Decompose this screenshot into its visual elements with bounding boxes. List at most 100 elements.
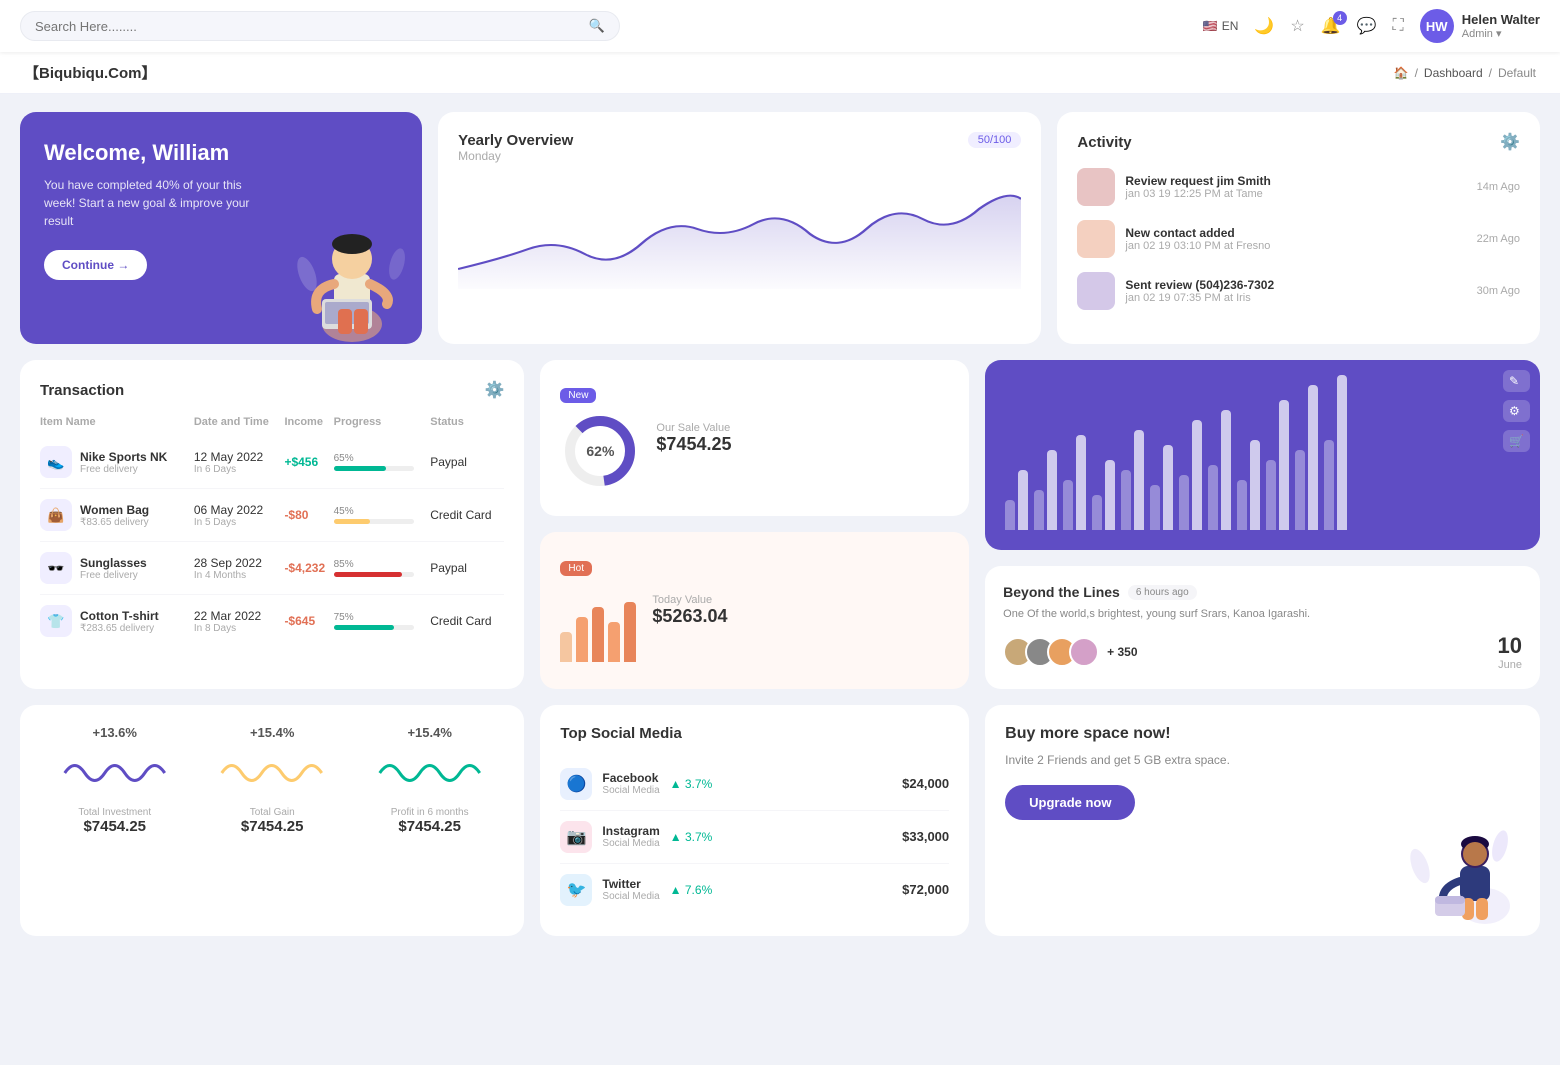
upgrade-card: Buy more space now! Invite 2 Friends and…: [985, 705, 1540, 936]
date-value: 28 Sep 2022: [194, 556, 285, 570]
fullscreen-icon[interactable]: ⛶: [1393, 17, 1404, 35]
activity-thumb: [1077, 272, 1115, 310]
chat-icon[interactable]: 💬: [1357, 16, 1377, 36]
row1: Welcome, William You have completed 40% …: [20, 112, 1540, 344]
stat-value: $7454.25: [355, 818, 504, 835]
social-sub: Social Media: [602, 838, 659, 849]
transaction-card: Transaction ⚙️ Item NameDate and TimeInc…: [20, 360, 524, 689]
bar-group: [1121, 430, 1144, 530]
status-cell: Paypal: [430, 436, 504, 489]
search-input[interactable]: [35, 19, 589, 34]
chart-action-1[interactable]: ✎: [1503, 370, 1530, 392]
search-bar[interactable]: 🔍: [20, 11, 620, 41]
bar-light: [1237, 480, 1247, 530]
flag-icon: 🇺🇸: [1203, 19, 1218, 33]
activity-item-title: New contact added: [1125, 226, 1270, 240]
welcome-illustration: [267, 189, 422, 344]
beyond-footer: + 350 10 June: [1003, 633, 1522, 671]
activity-settings-icon[interactable]: ⚙️: [1500, 132, 1520, 152]
progress-bar: [334, 519, 414, 524]
main-content: Welcome, William You have completed 40% …: [0, 94, 1560, 954]
date-value: 12 May 2022: [194, 450, 285, 464]
social-icon: 🔵: [560, 768, 592, 800]
social-pct: ▲ 3.7%: [670, 777, 713, 791]
social-name: Instagram: [602, 824, 659, 838]
income-value: +$456: [284, 455, 318, 469]
table-header: Income: [284, 416, 333, 436]
welcome-subtitle: You have completed 40% of your this week…: [44, 176, 256, 230]
bar-group: [1063, 435, 1086, 530]
bar-light: [1324, 440, 1334, 530]
yearly-chart: [458, 179, 1021, 289]
table-row: 🕶️ Sunglasses Free delivery 28 Sep 2022 …: [40, 542, 504, 595]
stat-wave: [197, 748, 346, 798]
date-badge: 10 June: [1498, 633, 1522, 671]
beyond-desc: One Of the world,s brightest, young surf…: [1003, 606, 1522, 623]
yearly-badge: 50/100: [968, 132, 1022, 148]
status-value: Credit Card: [430, 508, 491, 522]
social-val: $33,000: [902, 829, 949, 844]
item-sub: ₹283.65 delivery: [80, 623, 159, 634]
item-sub: ₹83.65 delivery: [80, 517, 149, 528]
table-header: Status: [430, 416, 504, 436]
bar-light: [1121, 470, 1131, 530]
activity-info: Review request jim Smith jan 03 19 12:25…: [1125, 174, 1270, 200]
stat-label: Total Investment: [40, 807, 189, 818]
progress-label: 65%: [334, 453, 431, 464]
continue-button[interactable]: Continue →: [44, 250, 147, 280]
bar-dark: [1076, 435, 1086, 530]
stat-label: Profit in 6 months: [355, 807, 504, 818]
breadcrumb-dashboard[interactable]: Dashboard: [1424, 66, 1483, 80]
item-name: Nike Sports NK: [80, 450, 167, 464]
date-month: June: [1498, 659, 1522, 671]
item-name: Women Bag: [80, 503, 149, 517]
yearly-title: Yearly Overview: [458, 132, 573, 149]
bar-dark: [1105, 460, 1115, 530]
user-profile[interactable]: HW Helen Walter Admin ▾: [1420, 9, 1540, 43]
star-icon[interactable]: ☆: [1290, 16, 1304, 36]
item-cell: 👕 Cotton T-shirt ₹283.65 delivery: [40, 595, 194, 648]
bar-group: [1324, 375, 1347, 530]
social-list: 🔵 Facebook Social Media ▲ 3.7% $24,000 📷…: [560, 758, 949, 916]
beyond-header: Beyond the Lines 6 hours ago: [1003, 584, 1522, 600]
table-row: 👕 Cotton T-shirt ₹283.65 delivery 22 Mar…: [40, 595, 504, 648]
social-sub: Social Media: [602, 785, 659, 796]
item-icon: 👜: [40, 499, 72, 531]
theme-toggle[interactable]: 🌙: [1254, 16, 1274, 36]
bar-light: [1092, 495, 1102, 530]
sale-cards: New 62% Our Sale Value $7454.25: [540, 360, 969, 689]
date-cell: 28 Sep 2022 In 4 Months: [194, 542, 285, 595]
social-name: Facebook: [602, 771, 659, 785]
status-value: Paypal: [430, 455, 467, 469]
activity-item: New contact added jan 02 19 03:10 PM at …: [1077, 220, 1520, 258]
stat-value: $7454.25: [197, 818, 346, 835]
progress-label: 85%: [334, 559, 431, 570]
breadcrumb-bar: 【Biqubiqu.Com】 🏠 / Dashboard / Default: [0, 52, 1560, 94]
language-selector[interactable]: 🇺🇸 EN: [1203, 19, 1239, 33]
nav-right: 🇺🇸 EN 🌙 ☆ 🔔 4 💬 ⛶ HW Helen Walter Admin …: [1203, 9, 1540, 43]
lang-label: EN: [1222, 19, 1239, 33]
stats-card: +13.6% Total Investment $7454.25 +15.4% …: [20, 705, 524, 936]
date-value: 06 May 2022: [194, 503, 285, 517]
progress-cell: 45%: [334, 489, 431, 542]
days-value: In 4 Months: [194, 570, 285, 581]
transaction-title: Transaction: [40, 382, 124, 399]
chart-action-2[interactable]: ⚙: [1503, 400, 1530, 422]
transaction-settings-icon[interactable]: ⚙️: [484, 380, 504, 400]
bar-group: [1150, 445, 1173, 530]
bar-group: [1266, 400, 1289, 530]
user-name: Helen Walter: [1462, 12, 1540, 27]
social-info: Twitter Social Media: [602, 877, 659, 902]
activity-item-sub: jan 02 19 07:35 PM at Iris: [1125, 292, 1274, 304]
transaction-header: Transaction ⚙️: [40, 380, 504, 400]
home-icon[interactable]: 🏠: [1394, 66, 1409, 80]
upgrade-button[interactable]: Upgrade now: [1005, 785, 1135, 820]
chart-action-3[interactable]: 🛒: [1503, 430, 1530, 452]
income-value: -$4,232: [284, 561, 325, 575]
activity-item-time: 22m Ago: [1477, 233, 1520, 245]
notifications-icon[interactable]: 🔔 4: [1321, 16, 1341, 36]
stat-pct: +15.4%: [197, 725, 346, 740]
avatar-4: [1069, 637, 1099, 667]
item-cell: 👟 Nike Sports NK Free delivery: [40, 436, 194, 489]
yearly-card: Yearly Overview Monday 50/100: [438, 112, 1041, 344]
